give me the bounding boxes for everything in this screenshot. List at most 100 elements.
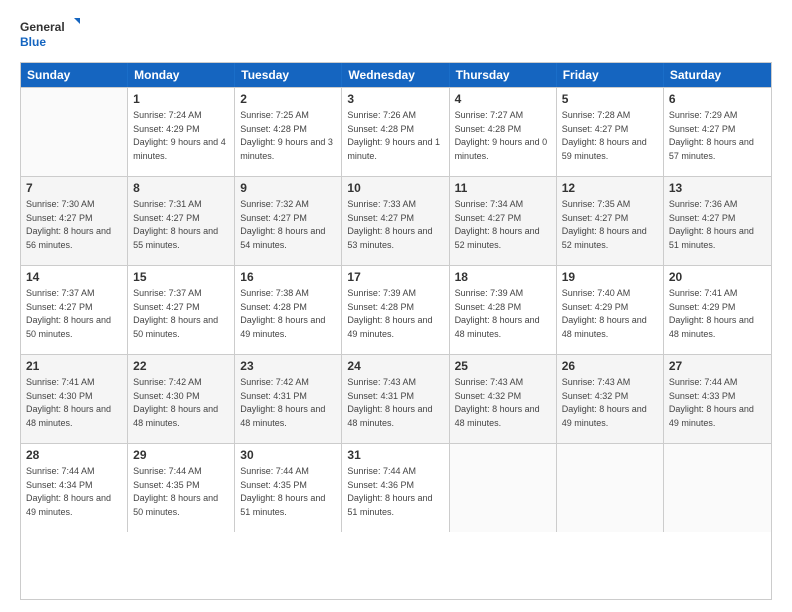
day-number: 27	[669, 359, 766, 373]
day-cell-13: 13 Sunrise: 7:36 AM Sunset: 4:27 PM Dayl…	[664, 177, 771, 265]
day-info: Sunrise: 7:35 AM Sunset: 4:27 PM Dayligh…	[562, 198, 658, 252]
day-number: 7	[26, 181, 122, 195]
day-info: Sunrise: 7:44 AM Sunset: 4:35 PM Dayligh…	[133, 465, 229, 519]
empty-cell-4-6	[664, 444, 771, 532]
day-number: 20	[669, 270, 766, 284]
day-number: 4	[455, 92, 551, 106]
day-cell-22: 22 Sunrise: 7:42 AM Sunset: 4:30 PM Dayl…	[128, 355, 235, 443]
day-cell-7: 7 Sunrise: 7:30 AM Sunset: 4:27 PM Dayli…	[21, 177, 128, 265]
day-cell-4: 4 Sunrise: 7:27 AM Sunset: 4:28 PM Dayli…	[450, 88, 557, 176]
day-cell-26: 26 Sunrise: 7:43 AM Sunset: 4:32 PM Dayl…	[557, 355, 664, 443]
empty-cell-4-5	[557, 444, 664, 532]
day-number: 22	[133, 359, 229, 373]
svg-text:Blue: Blue	[20, 35, 46, 49]
calendar-header-row: SundayMondayTuesdayWednesdayThursdayFrid…	[21, 63, 771, 87]
day-number: 23	[240, 359, 336, 373]
day-cell-31: 31 Sunrise: 7:44 AM Sunset: 4:36 PM Dayl…	[342, 444, 449, 532]
day-number: 14	[26, 270, 122, 284]
day-info: Sunrise: 7:37 AM Sunset: 4:27 PM Dayligh…	[26, 287, 122, 341]
day-cell-30: 30 Sunrise: 7:44 AM Sunset: 4:35 PM Dayl…	[235, 444, 342, 532]
day-number: 21	[26, 359, 122, 373]
day-cell-18: 18 Sunrise: 7:39 AM Sunset: 4:28 PM Dayl…	[450, 266, 557, 354]
day-number: 31	[347, 448, 443, 462]
day-number: 10	[347, 181, 443, 195]
day-number: 12	[562, 181, 658, 195]
day-info: Sunrise: 7:41 AM Sunset: 4:30 PM Dayligh…	[26, 376, 122, 430]
day-info: Sunrise: 7:39 AM Sunset: 4:28 PM Dayligh…	[347, 287, 443, 341]
day-cell-3: 3 Sunrise: 7:26 AM Sunset: 4:28 PM Dayli…	[342, 88, 449, 176]
day-cell-9: 9 Sunrise: 7:32 AM Sunset: 4:27 PM Dayli…	[235, 177, 342, 265]
day-number: 11	[455, 181, 551, 195]
day-cell-27: 27 Sunrise: 7:44 AM Sunset: 4:33 PM Dayl…	[664, 355, 771, 443]
day-cell-6: 6 Sunrise: 7:29 AM Sunset: 4:27 PM Dayli…	[664, 88, 771, 176]
day-info: Sunrise: 7:25 AM Sunset: 4:28 PM Dayligh…	[240, 109, 336, 163]
calendar: SundayMondayTuesdayWednesdayThursdayFrid…	[20, 62, 772, 600]
day-number: 19	[562, 270, 658, 284]
day-cell-28: 28 Sunrise: 7:44 AM Sunset: 4:34 PM Dayl…	[21, 444, 128, 532]
day-cell-25: 25 Sunrise: 7:43 AM Sunset: 4:32 PM Dayl…	[450, 355, 557, 443]
day-info: Sunrise: 7:43 AM Sunset: 4:32 PM Dayligh…	[455, 376, 551, 430]
day-number: 1	[133, 92, 229, 106]
day-cell-21: 21 Sunrise: 7:41 AM Sunset: 4:30 PM Dayl…	[21, 355, 128, 443]
header-saturday: Saturday	[664, 63, 771, 87]
day-number: 15	[133, 270, 229, 284]
day-cell-17: 17 Sunrise: 7:39 AM Sunset: 4:28 PM Dayl…	[342, 266, 449, 354]
day-number: 3	[347, 92, 443, 106]
day-number: 9	[240, 181, 336, 195]
day-info: Sunrise: 7:27 AM Sunset: 4:28 PM Dayligh…	[455, 109, 551, 163]
day-cell-8: 8 Sunrise: 7:31 AM Sunset: 4:27 PM Dayli…	[128, 177, 235, 265]
day-info: Sunrise: 7:44 AM Sunset: 4:34 PM Dayligh…	[26, 465, 122, 519]
day-cell-24: 24 Sunrise: 7:43 AM Sunset: 4:31 PM Dayl…	[342, 355, 449, 443]
day-info: Sunrise: 7:26 AM Sunset: 4:28 PM Dayligh…	[347, 109, 443, 163]
calendar-week-5: 28 Sunrise: 7:44 AM Sunset: 4:34 PM Dayl…	[21, 443, 771, 532]
day-info: Sunrise: 7:30 AM Sunset: 4:27 PM Dayligh…	[26, 198, 122, 252]
empty-cell-0-0	[21, 88, 128, 176]
day-info: Sunrise: 7:43 AM Sunset: 4:31 PM Dayligh…	[347, 376, 443, 430]
day-cell-23: 23 Sunrise: 7:42 AM Sunset: 4:31 PM Dayl…	[235, 355, 342, 443]
day-number: 16	[240, 270, 336, 284]
day-cell-5: 5 Sunrise: 7:28 AM Sunset: 4:27 PM Dayli…	[557, 88, 664, 176]
day-cell-10: 10 Sunrise: 7:33 AM Sunset: 4:27 PM Dayl…	[342, 177, 449, 265]
day-number: 28	[26, 448, 122, 462]
calendar-week-3: 14 Sunrise: 7:37 AM Sunset: 4:27 PM Dayl…	[21, 265, 771, 354]
header-friday: Friday	[557, 63, 664, 87]
calendar-week-4: 21 Sunrise: 7:41 AM Sunset: 4:30 PM Dayl…	[21, 354, 771, 443]
calendar-body: 1 Sunrise: 7:24 AM Sunset: 4:29 PM Dayli…	[21, 87, 771, 532]
day-number: 24	[347, 359, 443, 373]
day-number: 30	[240, 448, 336, 462]
day-info: Sunrise: 7:44 AM Sunset: 4:36 PM Dayligh…	[347, 465, 443, 519]
day-cell-16: 16 Sunrise: 7:38 AM Sunset: 4:28 PM Dayl…	[235, 266, 342, 354]
day-info: Sunrise: 7:33 AM Sunset: 4:27 PM Dayligh…	[347, 198, 443, 252]
day-info: Sunrise: 7:44 AM Sunset: 4:33 PM Dayligh…	[669, 376, 766, 430]
header-wednesday: Wednesday	[342, 63, 449, 87]
day-cell-11: 11 Sunrise: 7:34 AM Sunset: 4:27 PM Dayl…	[450, 177, 557, 265]
day-info: Sunrise: 7:24 AM Sunset: 4:29 PM Dayligh…	[133, 109, 229, 163]
day-info: Sunrise: 7:29 AM Sunset: 4:27 PM Dayligh…	[669, 109, 766, 163]
day-number: 18	[455, 270, 551, 284]
day-number: 25	[455, 359, 551, 373]
day-number: 17	[347, 270, 443, 284]
day-cell-2: 2 Sunrise: 7:25 AM Sunset: 4:28 PM Dayli…	[235, 88, 342, 176]
day-cell-29: 29 Sunrise: 7:44 AM Sunset: 4:35 PM Dayl…	[128, 444, 235, 532]
svg-text:General: General	[20, 20, 65, 34]
day-number: 29	[133, 448, 229, 462]
day-cell-14: 14 Sunrise: 7:37 AM Sunset: 4:27 PM Dayl…	[21, 266, 128, 354]
day-info: Sunrise: 7:34 AM Sunset: 4:27 PM Dayligh…	[455, 198, 551, 252]
day-info: Sunrise: 7:39 AM Sunset: 4:28 PM Dayligh…	[455, 287, 551, 341]
empty-cell-4-4	[450, 444, 557, 532]
day-cell-19: 19 Sunrise: 7:40 AM Sunset: 4:29 PM Dayl…	[557, 266, 664, 354]
day-info: Sunrise: 7:41 AM Sunset: 4:29 PM Dayligh…	[669, 287, 766, 341]
day-info: Sunrise: 7:37 AM Sunset: 4:27 PM Dayligh…	[133, 287, 229, 341]
header-thursday: Thursday	[450, 63, 557, 87]
day-cell-12: 12 Sunrise: 7:35 AM Sunset: 4:27 PM Dayl…	[557, 177, 664, 265]
day-number: 26	[562, 359, 658, 373]
day-info: Sunrise: 7:43 AM Sunset: 4:32 PM Dayligh…	[562, 376, 658, 430]
day-number: 2	[240, 92, 336, 106]
day-cell-15: 15 Sunrise: 7:37 AM Sunset: 4:27 PM Dayl…	[128, 266, 235, 354]
header: General Blue	[20, 16, 772, 52]
day-info: Sunrise: 7:28 AM Sunset: 4:27 PM Dayligh…	[562, 109, 658, 163]
day-info: Sunrise: 7:38 AM Sunset: 4:28 PM Dayligh…	[240, 287, 336, 341]
day-info: Sunrise: 7:44 AM Sunset: 4:35 PM Dayligh…	[240, 465, 336, 519]
day-info: Sunrise: 7:40 AM Sunset: 4:29 PM Dayligh…	[562, 287, 658, 341]
calendar-week-2: 7 Sunrise: 7:30 AM Sunset: 4:27 PM Dayli…	[21, 176, 771, 265]
